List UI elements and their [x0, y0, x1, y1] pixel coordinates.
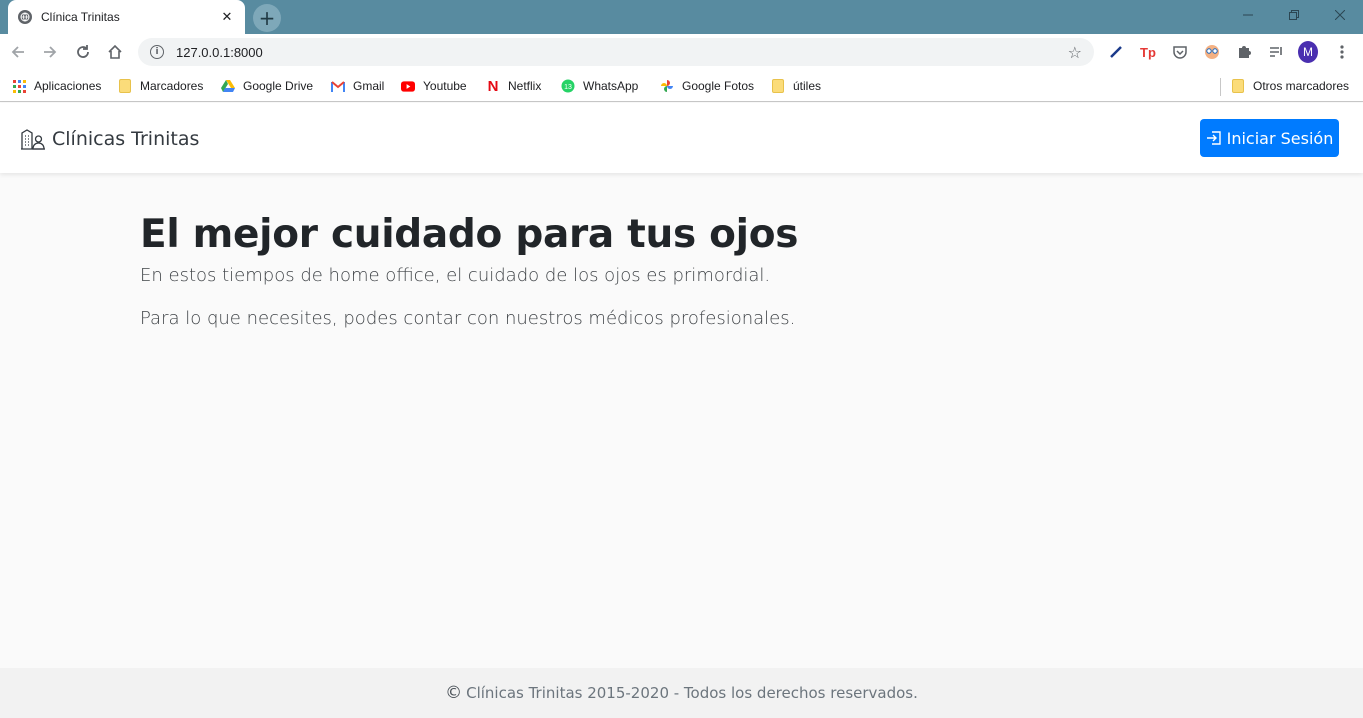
- bookmark-label: Gmail: [353, 79, 385, 93]
- profile-avatar[interactable]: M: [1298, 41, 1318, 63]
- bookmark-label: Netflix: [508, 79, 542, 93]
- folder-icon: [1231, 79, 1245, 93]
- bookmark-utiles[interactable]: útiles: [771, 76, 821, 96]
- restore-icon[interactable]: [1271, 0, 1317, 30]
- bookmark-label: útiles: [793, 79, 822, 93]
- hero-paragraph-2: Para lo que necesites, podes contar con …: [140, 308, 796, 329]
- browser-titlebar: Clínica Trinitas ✕ +: [0, 0, 1363, 34]
- reload-icon[interactable]: [73, 42, 93, 62]
- url-text: 127.0.0.1:8000: [176, 44, 263, 60]
- minimize-icon[interactable]: [1225, 0, 1271, 30]
- tab-title: Clínica Trinitas: [41, 10, 120, 24]
- hero-title: El mejor cuidado para tus ojos: [140, 212, 799, 257]
- close-icon[interactable]: ✕: [219, 10, 235, 25]
- folder-icon: [771, 79, 785, 93]
- pocket-icon[interactable]: [1170, 42, 1190, 62]
- login-button[interactable]: Iniciar Sesión: [1200, 119, 1339, 157]
- bookmark-label: Marcadores: [140, 79, 204, 93]
- bookmarks-divider: [1220, 78, 1221, 96]
- info-icon[interactable]: i: [150, 45, 164, 59]
- forward-arrow-icon[interactable]: [40, 42, 60, 62]
- site-brand[interactable]: Clínicas Trinitas: [20, 127, 199, 151]
- youtube-icon: [401, 79, 415, 93]
- bookmark-google-fotos[interactable]: Google Fotos: [660, 76, 754, 96]
- new-tab-button[interactable]: +: [253, 4, 281, 32]
- bookmark-label: Aplicaciones: [34, 79, 102, 93]
- bookmark-gmail[interactable]: Gmail: [331, 76, 384, 96]
- puzzle-extensions-icon[interactable]: [1234, 42, 1254, 62]
- bookmark-otros-marcadores[interactable]: Otros marcadores: [1231, 76, 1349, 96]
- bookmark-label: Google Fotos: [682, 79, 755, 93]
- google-photos-icon: [660, 79, 674, 93]
- window-controls: [1225, 0, 1363, 30]
- gmail-icon: [331, 79, 345, 93]
- bookmark-netflix[interactable]: N Netflix: [486, 76, 542, 96]
- bookmark-whatsapp[interactable]: 13 WhatsApp: [561, 76, 638, 96]
- bookmark-youtube[interactable]: Youtube: [401, 76, 467, 96]
- apps-grid-icon: [12, 79, 26, 93]
- back-arrow-icon[interactable]: [8, 42, 28, 62]
- folder-icon: [118, 79, 132, 93]
- bookmark-star-icon[interactable]: ☆: [1068, 43, 1082, 62]
- bookmark-label: Google Drive: [243, 79, 314, 93]
- site-navbar: Clínicas Trinitas Iniciar Sesión: [0, 103, 1363, 173]
- bookmark-aplicaciones[interactable]: Aplicaciones: [12, 76, 101, 96]
- globe-icon: [18, 10, 32, 24]
- tp-extension-icon[interactable]: Tp: [1138, 42, 1158, 62]
- home-icon[interactable]: [105, 42, 125, 62]
- bookmark-label: Youtube: [423, 79, 467, 93]
- google-drive-icon: [221, 79, 235, 93]
- bookmark-label: WhatsApp: [583, 79, 639, 93]
- bookmarks-bar: Aplicaciones Marcadores Google Drive Gma…: [0, 70, 1363, 102]
- copyright-icon: ©: [445, 683, 463, 703]
- hero-paragraph-1: En estos tiempos de home office, el cuid…: [140, 265, 771, 286]
- media-queue-icon[interactable]: [1266, 42, 1286, 62]
- close-window-icon[interactable]: [1317, 0, 1363, 30]
- address-bar[interactable]: i 127.0.0.1:8000 ☆: [138, 38, 1094, 66]
- whatsapp-icon: 13: [561, 79, 575, 93]
- box-arrow-in-right-icon: [1206, 131, 1221, 145]
- bookmark-google-drive[interactable]: Google Drive: [221, 76, 313, 96]
- hospital-person-icon: [21, 129, 45, 150]
- browser-toolbar: i 127.0.0.1:8000 ☆ Tp M: [0, 34, 1363, 70]
- hero-section: El mejor cuidado para tus ojos En estos …: [140, 212, 798, 329]
- kebab-menu-icon[interactable]: [1332, 42, 1352, 62]
- brand-name: Clínicas Trinitas: [52, 128, 200, 150]
- bookmark-marcadores[interactable]: Marcadores: [118, 76, 203, 96]
- glasses-face-icon[interactable]: [1202, 42, 1222, 62]
- browser-tab[interactable]: Clínica Trinitas ✕: [8, 0, 245, 34]
- login-label: Iniciar Sesión: [1226, 128, 1334, 148]
- bookmark-label: Otros marcadores: [1253, 79, 1350, 93]
- netflix-icon: N: [487, 77, 499, 95]
- site-footer: © Clínicas Trinitas 2015-2020 - Todos lo…: [0, 668, 1363, 718]
- svg-text:13: 13: [564, 84, 572, 91]
- footer-text: Clínicas Trinitas 2015-2020 - Todos los …: [466, 684, 918, 702]
- pen-extension-icon[interactable]: [1106, 42, 1126, 62]
